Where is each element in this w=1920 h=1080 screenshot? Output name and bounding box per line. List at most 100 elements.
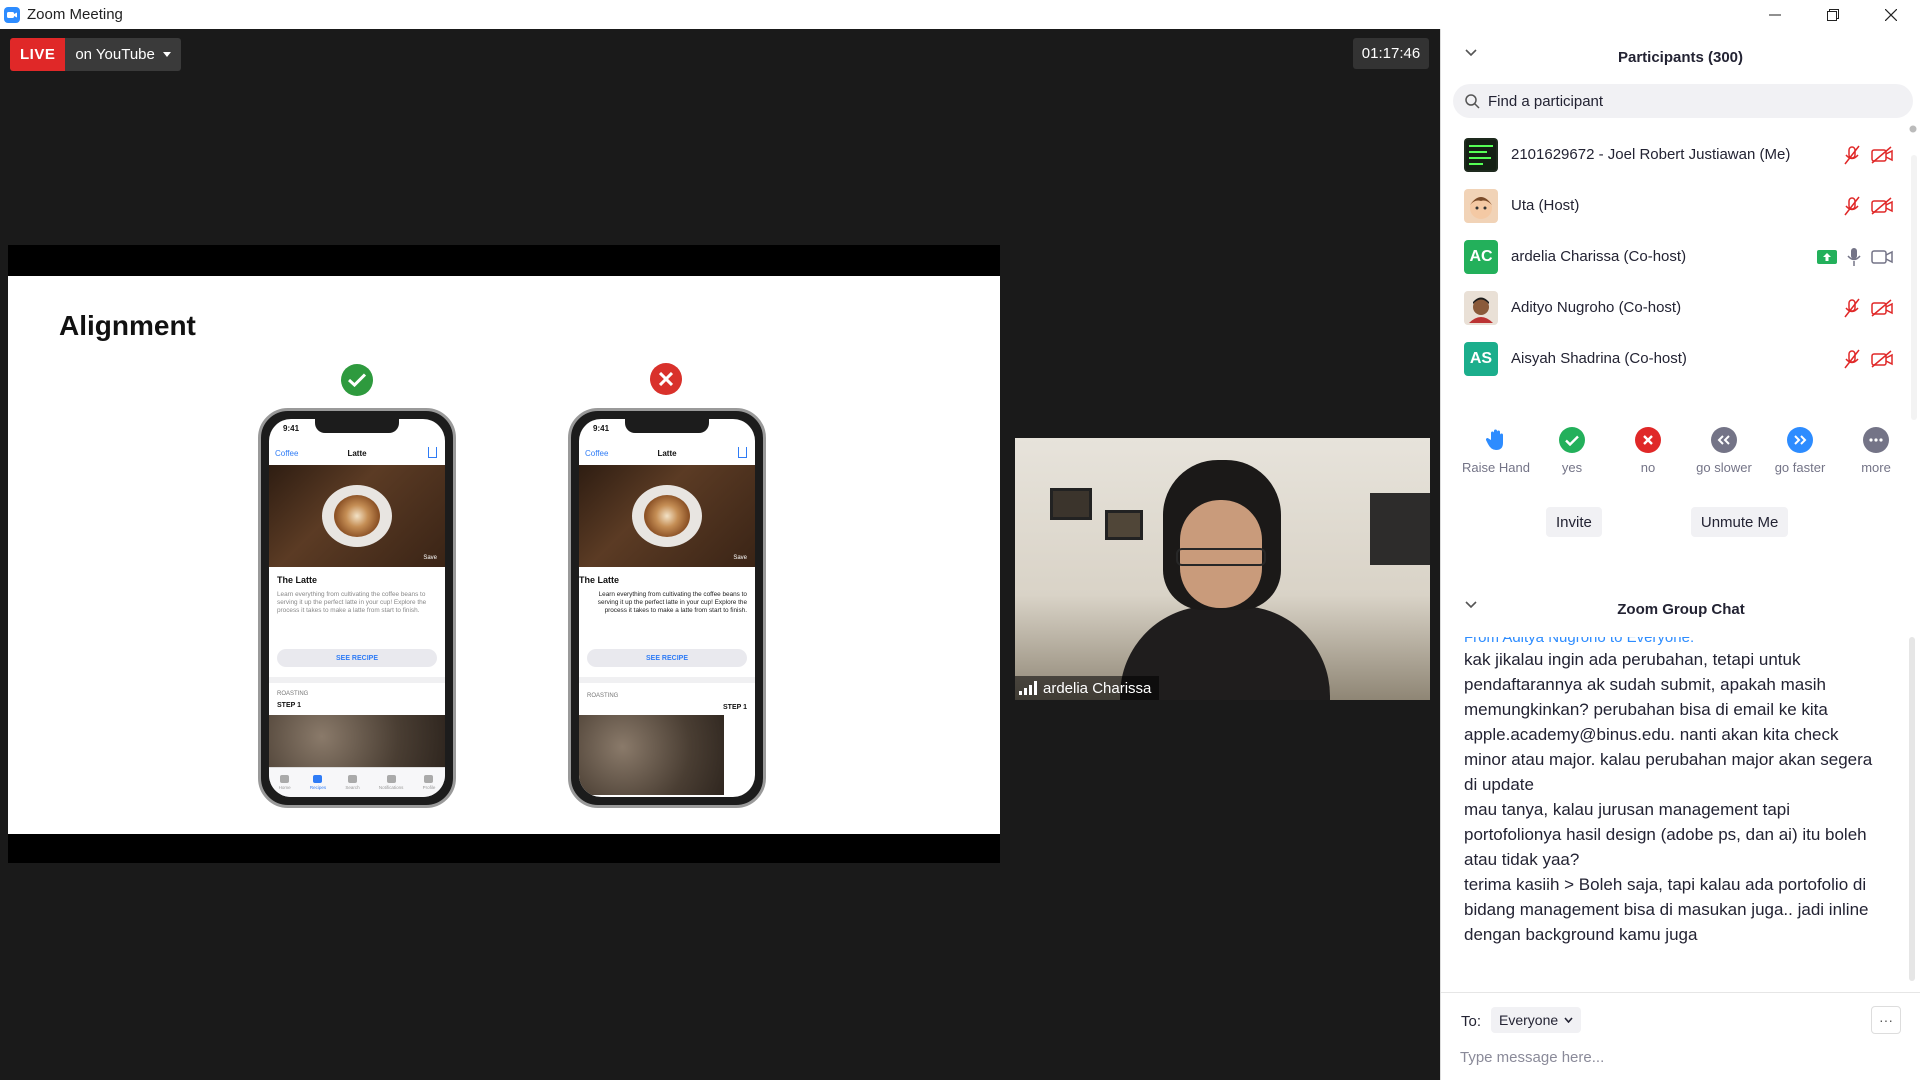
live-target-dropdown[interactable]: on YouTube	[65, 38, 181, 71]
avatar: AC	[1464, 239, 1498, 274]
invite-button[interactable]: Invite	[1546, 507, 1602, 537]
search-placeholder: Find a participant	[1488, 92, 1604, 110]
phone-screen: 9:41 Coffee Latte Save The Latte Learn e…	[269, 419, 445, 797]
go-slower-label: go slower	[1696, 460, 1752, 475]
avatar	[1464, 188, 1498, 223]
signal-strength-icon	[1019, 681, 1037, 695]
participant-row[interactable]: AC ardelia Charissa (Co-host)	[1441, 231, 1911, 282]
chat-scrollbar[interactable]	[1909, 637, 1915, 981]
chat-message: kak jikalau ingin ada perubahan, tetapi …	[1464, 650, 1873, 794]
unmute-me-button[interactable]: Unmute Me	[1690, 507, 1789, 537]
phone-step-label: STEP 1	[723, 704, 747, 711]
yes-button[interactable]: yes	[1534, 427, 1610, 487]
video-off-icon	[1871, 298, 1893, 317]
participants-header: Participants (300)	[1441, 29, 1920, 85]
coffee-beans-photo	[269, 715, 445, 769]
go-faster-label: go faster	[1774, 460, 1826, 475]
video-off-icon	[1871, 196, 1893, 215]
recipient-select[interactable]: Everyone	[1491, 1007, 1582, 1033]
caret-down-icon	[162, 52, 171, 57]
phone-time: 9:41	[283, 424, 300, 433]
to-label: To:	[1461, 1013, 1482, 1030]
minimize-button[interactable]	[1746, 0, 1804, 29]
live-label: LIVE	[10, 38, 66, 71]
chat-messages: From Aditya Nugroho to Everyone: kak jik…	[1464, 637, 1884, 989]
participant-row[interactable]: Uta (Host)	[1441, 180, 1911, 231]
mic-muted-icon	[1844, 196, 1860, 215]
mic-icon	[1847, 247, 1861, 266]
go-faster-button[interactable]: go faster	[1762, 427, 1838, 487]
chat-more-button[interactable]: ···	[1871, 1006, 1901, 1034]
slide-title: Alignment	[59, 310, 196, 341]
phone-description: Learn everything from cultivating the co…	[277, 591, 427, 614]
phone-mockup-correct: 9:41 Coffee Latte Save The Latte Learn e…	[258, 408, 456, 808]
close-button[interactable]	[1862, 0, 1920, 29]
go-slower-button[interactable]: go slower	[1686, 427, 1762, 487]
latte-photo: Save	[269, 465, 445, 567]
chat-header: Zoom Group Chat	[1441, 581, 1920, 637]
avatar	[1464, 290, 1498, 325]
phone-tab-notifications: Notifications	[379, 775, 403, 790]
yes-label: yes	[1561, 460, 1583, 475]
meeting-stage: LIVE on YouTube 01:17:46 Alignment 9:41	[0, 29, 1440, 1080]
phone-tab-profile: Profile	[423, 775, 435, 790]
no-button[interactable]: no	[1610, 427, 1686, 487]
live-stream-badge[interactable]: LIVE on YouTube	[10, 38, 181, 71]
phone-section-label: ROASTING	[277, 691, 309, 697]
fast-forward-icon	[1787, 427, 1813, 453]
participant-list: 2101629672 - Joel Robert Justiawan (Me) …	[1441, 129, 1911, 391]
participant-name: 2101629672 - Joel Robert Justiawan (Me)	[1511, 146, 1791, 163]
message-input[interactable]	[1460, 1045, 1880, 1069]
video-off-icon	[1871, 349, 1893, 368]
participant-video-tile[interactable]: ardelia Charissa	[1015, 438, 1430, 700]
search-icon	[1465, 93, 1480, 109]
video-name-tag: ardelia Charissa	[1015, 676, 1160, 700]
participant-actions: Invite Unmute Me	[1441, 507, 1920, 537]
participant-row[interactable]: Adityo Nugroho (Co-host)	[1441, 282, 1911, 333]
chat-title: Zoom Group Chat	[1617, 600, 1745, 618]
window-title: Zoom Meeting	[27, 6, 123, 23]
phone-navbar: Coffee Latte	[579, 445, 755, 463]
phone-recipe-title: The Latte	[579, 575, 620, 585]
phone-navbar: Coffee Latte	[269, 445, 445, 463]
collapse-chevron-icon[interactable]	[1465, 49, 1477, 57]
phone-save-label: Save	[423, 555, 437, 561]
avatar	[1464, 137, 1498, 172]
collapse-chevron-icon[interactable]	[1465, 601, 1477, 609]
phone-mockup-incorrect: 9:41 Coffee Latte Save The Latte Learn e…	[568, 408, 766, 808]
title-bar: Zoom Meeting	[0, 0, 1920, 29]
chat-composer: To: Everyone ···	[1441, 992, 1920, 1080]
window-controls	[1746, 0, 1920, 29]
mic-muted-icon	[1844, 145, 1860, 164]
participants-title: Participants (300)	[1617, 48, 1744, 66]
participants-scrollbar[interactable]	[1911, 155, 1917, 420]
participant-name: Uta (Host)	[1511, 197, 1580, 214]
phone-section-label: ROASTING	[587, 693, 619, 699]
phone-tab-search: Search	[345, 775, 360, 790]
avatar: AS	[1464, 341, 1498, 376]
meeting-timer: 01:17:46	[1353, 38, 1429, 69]
chat-sender-line: From Aditya Nugroho to Everyone:	[1464, 637, 1695, 646]
phone-tab-home: Home	[279, 775, 291, 790]
restore-button[interactable]	[1804, 0, 1862, 29]
participant-name: Adityo Nugroho (Co-host)	[1511, 299, 1682, 316]
raise-hand-button[interactable]: Raise Hand	[1458, 427, 1534, 487]
phone-description: Learn everything from cultivating the co…	[597, 591, 747, 614]
participant-row[interactable]: AS Aisyah Shadrina (Co-host)	[1441, 333, 1911, 384]
phone-screen: 9:41 Coffee Latte Save The Latte Learn e…	[579, 419, 755, 797]
participant-row-partial[interactable]	[1441, 384, 1911, 391]
participant-row[interactable]: 2101629672 - Joel Robert Justiawan (Me)	[1441, 129, 1911, 180]
participant-search[interactable]: Find a participant	[1453, 84, 1913, 118]
more-label: more	[1861, 460, 1891, 475]
phone-recipe-title: The Latte	[277, 575, 318, 585]
zoom-logo-icon	[4, 6, 20, 23]
restore-icon	[1827, 8, 1839, 21]
phone-time: 9:41	[593, 424, 610, 433]
video-icon	[1871, 249, 1893, 264]
more-reactions-button[interactable]: more	[1838, 427, 1914, 487]
more-dots-icon	[1863, 427, 1889, 453]
chat-message: mau tanya, kalau jurusan management tapi…	[1464, 800, 1867, 869]
phone-see-recipe-button: SEE RECIPE	[587, 649, 747, 667]
latte-photo: Save	[579, 465, 755, 567]
no-cross-icon	[1635, 427, 1661, 453]
